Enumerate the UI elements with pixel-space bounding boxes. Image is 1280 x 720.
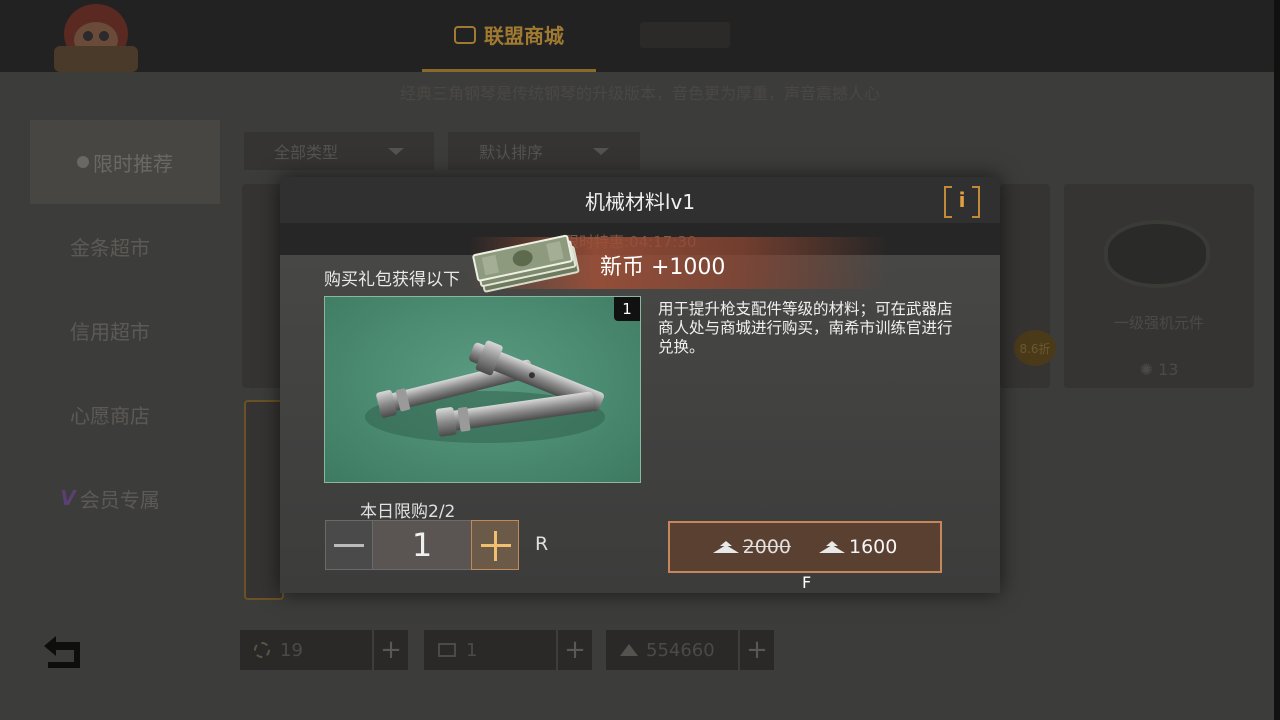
sidebar-item-limited[interactable]: 限时推荐: [30, 120, 220, 204]
top-bar: 联盟商城: [0, 0, 1280, 72]
product-card-selected[interactable]: [244, 400, 284, 600]
info-icon: i: [958, 188, 966, 212]
sort-dropdown[interactable]: 默认排序: [448, 132, 640, 170]
add-gold-button[interactable]: +: [738, 630, 774, 670]
daily-limit: 本日限购2/2: [360, 502, 456, 522]
gold-bar-icon: [712, 541, 739, 553]
currency-value: 1: [466, 639, 478, 661]
sidebar-item-label: 心愿商店: [70, 403, 150, 428]
sidebar-item-label: 信用超市: [70, 319, 150, 344]
mascot-avatar-icon: [54, 4, 138, 72]
minus-icon: [334, 543, 364, 547]
cash-stack-icon: [472, 234, 580, 293]
currency-ticket: 1 +: [424, 630, 592, 670]
tab-alliance-shop[interactable]: 联盟商城: [422, 0, 596, 72]
tab-secondary[interactable]: [640, 22, 730, 48]
gift-label: 购买礼包获得以下: [324, 270, 460, 290]
dialog-title: 机械材料lv1: [584, 189, 696, 214]
vip-icon: V: [60, 486, 76, 510]
sidebar-item-label: 限时推荐: [93, 151, 173, 176]
increase-button[interactable]: [471, 520, 519, 570]
product-name: 一级强机元件: [1113, 314, 1204, 332]
chevron-down-icon: [388, 147, 404, 155]
item-description: 用于提升枪支配件等级的材料；可在武器店商人处与商城进行购买，南希市训练官进行兑换…: [658, 300, 953, 356]
sale-price: 1600: [819, 536, 897, 558]
info-button[interactable]: i: [944, 186, 980, 218]
currency-value: 554660: [646, 639, 715, 661]
buy-button[interactable]: 2000 1600: [668, 521, 942, 573]
sidebar-item-vip[interactable]: V 会员专属: [0, 456, 220, 540]
reward-amount: 新币 +1000: [600, 255, 726, 280]
shop-icon: [454, 25, 476, 44]
sidebar-item-gold-market[interactable]: 金条超市: [0, 204, 220, 288]
screen-edge: [1274, 0, 1280, 720]
gear-item-image: [1104, 220, 1210, 288]
currency-value: 19: [280, 639, 303, 661]
item-image: 1: [324, 296, 641, 483]
sidebar-item-label: 金条超市: [70, 235, 150, 260]
announcement-marquee: 经典三角钢琴是传统钢琴的升级版本，音色更为厚重，声音震撼人心: [399, 84, 880, 103]
key-hint-f: F: [802, 573, 812, 592]
item-quantity-badge: 1: [614, 297, 640, 321]
product-card[interactable]: [242, 184, 282, 388]
dialog-header: 机械材料lv1 i: [280, 177, 1000, 223]
coin-icon: ✺: [1139, 360, 1153, 379]
currency-gold: 554660 +: [606, 630, 774, 670]
currency-coin: 19 +: [240, 630, 408, 670]
product-price: ✺ 13: [1139, 360, 1179, 379]
category-sidebar: 限时推荐 金条超市 信用超市 心愿商店 V 会员专属: [0, 120, 220, 540]
add-ticket-button[interactable]: +: [556, 630, 592, 670]
category-filter-dropdown[interactable]: 全部类型: [244, 132, 434, 170]
filter-label: 全部类型: [273, 143, 338, 162]
discount-badge: 8.6折: [1014, 330, 1056, 366]
gold-bar-icon: [620, 644, 638, 656]
gold-bar-icon: [819, 541, 845, 553]
chevron-down-icon: [593, 147, 609, 155]
quantity-stepper: 1: [325, 520, 519, 570]
original-price: 2000: [712, 536, 791, 558]
ticket-icon: [438, 643, 456, 657]
anchor-bolt-icon: [365, 340, 605, 443]
add-coin-button[interactable]: +: [372, 630, 408, 670]
purchase-dialog: 机械材料lv1 i 限时特惠:04:17:30 新币 +1000 购买礼包获得以…: [280, 177, 1000, 593]
sort-label: 默认排序: [478, 143, 543, 162]
decrease-button[interactable]: [325, 520, 373, 570]
back-arrow-icon[interactable]: [40, 634, 86, 670]
key-hint-r: R: [535, 533, 549, 555]
limited-icon: [77, 156, 89, 168]
sidebar-item-label: 会员专属: [79, 487, 160, 512]
tab-label: 联盟商城: [484, 24, 564, 48]
coin-icon: [254, 642, 270, 658]
quantity-value[interactable]: 1: [373, 520, 471, 570]
sidebar-item-credit-market[interactable]: 信用超市: [0, 288, 220, 372]
sidebar-item-wish-shop[interactable]: 心愿商店: [0, 372, 220, 456]
